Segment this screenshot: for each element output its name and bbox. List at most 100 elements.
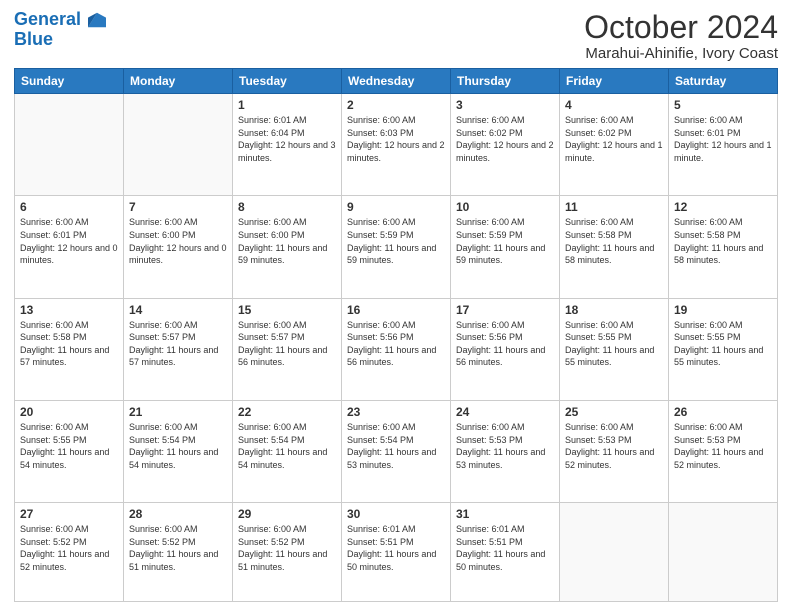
day-info: Sunrise: 6:00 AMSunset: 6:01 PMDaylight:…	[20, 216, 118, 266]
title-block: October 2024 Marahui-Ahinifie, Ivory Coa…	[584, 10, 778, 62]
day-info: Sunrise: 6:00 AMSunset: 6:03 PMDaylight:…	[347, 114, 445, 164]
calendar-cell: 22 Sunrise: 6:00 AMSunset: 5:54 PMDayligh…	[233, 400, 342, 502]
day-number: 4	[565, 98, 663, 112]
calendar-cell	[124, 94, 233, 196]
day-number: 3	[456, 98, 554, 112]
day-number: 17	[456, 303, 554, 317]
day-info: Sunrise: 6:01 AMSunset: 5:51 PMDaylight:…	[347, 523, 445, 573]
day-info: Sunrise: 6:00 AMSunset: 5:54 PMDaylight:…	[238, 421, 336, 471]
day-info: Sunrise: 6:00 AMSunset: 5:56 PMDaylight:…	[456, 319, 554, 369]
calendar-week-1: 1 Sunrise: 6:01 AMSunset: 6:04 PMDaylight…	[15, 94, 778, 196]
page: General Blue October 2024 Marahui-Ahinif…	[0, 0, 792, 612]
day-info: Sunrise: 6:00 AMSunset: 5:57 PMDaylight:…	[238, 319, 336, 369]
calendar-week-5: 27Sunrise: 6:00 AMSunset: 5:52 PMDayligh…	[15, 503, 778, 602]
calendar-cell: 1 Sunrise: 6:01 AMSunset: 6:04 PMDaylight…	[233, 94, 342, 196]
calendar-cell: 31 Sunrise: 6:01 AMSunset: 5:51 PMDayligh…	[451, 503, 560, 602]
day-info: Sunrise: 6:00 AMSunset: 6:00 PMDaylight:…	[238, 216, 336, 266]
calendar-cell: 21 Sunrise: 6:00 AMSunset: 5:54 PMDayligh…	[124, 400, 233, 502]
day-info: Sunrise: 6:00 AMSunset: 5:57 PMDaylight:…	[129, 319, 227, 369]
day-info: Sunrise: 6:00 AMSunset: 5:53 PMDaylight:…	[565, 421, 663, 471]
logo: General Blue	[14, 10, 106, 50]
calendar-header-row: SundayMondayTuesdayWednesdayThursdayFrid…	[15, 69, 778, 94]
day-info: Sunrise: 6:00 AMSunset: 6:02 PMDaylight:…	[456, 114, 554, 164]
day-info: Sunrise: 6:00 AMSunset: 5:58 PMDaylight:…	[565, 216, 663, 266]
weekday-header-thursday: Thursday	[451, 69, 560, 94]
day-info: Sunrise: 6:00 AMSunset: 5:52 PMDaylight:…	[129, 523, 227, 573]
day-number: 9	[347, 200, 445, 214]
calendar-cell: 17 Sunrise: 6:00 AMSunset: 5:56 PMDayligh…	[451, 298, 560, 400]
day-number: 1	[238, 98, 336, 112]
calendar-cell: 24Sunrise: 6:00 AMSunset: 5:53 PMDayligh…	[451, 400, 560, 502]
day-number: 30	[347, 507, 445, 521]
calendar-subtitle: Marahui-Ahinifie, Ivory Coast	[584, 45, 778, 62]
day-info: Sunrise: 6:00 AMSunset: 5:52 PMDaylight:…	[20, 523, 118, 573]
day-number: 10	[456, 200, 554, 214]
day-number: 14	[129, 303, 227, 317]
logo-icon	[88, 11, 106, 29]
day-info: Sunrise: 6:00 AMSunset: 5:54 PMDaylight:…	[347, 421, 445, 471]
day-info: Sunrise: 6:01 AMSunset: 5:51 PMDaylight:…	[456, 523, 554, 573]
day-info: Sunrise: 6:00 AMSunset: 5:59 PMDaylight:…	[347, 216, 445, 266]
day-number: 2	[347, 98, 445, 112]
day-number: 20	[20, 405, 118, 419]
calendar-title: October 2024	[584, 10, 778, 45]
calendar-cell: 10Sunrise: 6:00 AMSunset: 5:59 PMDayligh…	[451, 196, 560, 298]
calendar-cell: 29 Sunrise: 6:00 AMSunset: 5:52 PMDayligh…	[233, 503, 342, 602]
day-info: Sunrise: 6:00 AMSunset: 6:00 PMDaylight:…	[129, 216, 227, 266]
day-number: 5	[674, 98, 772, 112]
day-number: 22	[238, 405, 336, 419]
day-number: 18	[565, 303, 663, 317]
calendar-table: SundayMondayTuesdayWednesdayThursdayFrid…	[14, 68, 778, 602]
weekday-header-tuesday: Tuesday	[233, 69, 342, 94]
calendar-cell: 7 Sunrise: 6:00 AMSunset: 6:00 PMDaylight…	[124, 196, 233, 298]
header: General Blue October 2024 Marahui-Ahinif…	[14, 10, 778, 62]
calendar-cell: 8Sunrise: 6:00 AMSunset: 6:00 PMDaylight…	[233, 196, 342, 298]
calendar-cell: 5Sunrise: 6:00 AMSunset: 6:01 PMDaylight…	[669, 94, 778, 196]
weekday-header-friday: Friday	[560, 69, 669, 94]
calendar-cell: 6 Sunrise: 6:00 AMSunset: 6:01 PMDaylight…	[15, 196, 124, 298]
day-number: 25	[565, 405, 663, 419]
day-number: 6	[20, 200, 118, 214]
day-info: Sunrise: 6:00 AMSunset: 5:54 PMDaylight:…	[129, 421, 227, 471]
calendar-cell: 15 Sunrise: 6:00 AMSunset: 5:57 PMDayligh…	[233, 298, 342, 400]
day-info: Sunrise: 6:00 AMSunset: 5:58 PMDaylight:…	[674, 216, 772, 266]
day-info: Sunrise: 6:00 AMSunset: 5:55 PMDaylight:…	[565, 319, 663, 369]
day-number: 15	[238, 303, 336, 317]
day-number: 12	[674, 200, 772, 214]
day-number: 26	[674, 405, 772, 419]
weekday-header-sunday: Sunday	[15, 69, 124, 94]
calendar-cell: 2 Sunrise: 6:00 AMSunset: 6:03 PMDaylight…	[342, 94, 451, 196]
day-number: 23	[347, 405, 445, 419]
calendar-week-3: 13Sunrise: 6:00 AMSunset: 5:58 PMDayligh…	[15, 298, 778, 400]
calendar-cell: 20 Sunrise: 6:00 AMSunset: 5:55 PMDayligh…	[15, 400, 124, 502]
day-number: 31	[456, 507, 554, 521]
logo-general: General	[14, 9, 81, 29]
calendar-cell: 14 Sunrise: 6:00 AMSunset: 5:57 PMDayligh…	[124, 298, 233, 400]
calendar-cell: 19 Sunrise: 6:00 AMSunset: 5:55 PMDayligh…	[669, 298, 778, 400]
day-info: Sunrise: 6:00 AMSunset: 5:52 PMDaylight:…	[238, 523, 336, 573]
calendar-cell: 4Sunrise: 6:00 AMSunset: 6:02 PMDaylight…	[560, 94, 669, 196]
calendar-cell: 13Sunrise: 6:00 AMSunset: 5:58 PMDayligh…	[15, 298, 124, 400]
day-info: Sunrise: 6:00 AMSunset: 5:56 PMDaylight:…	[347, 319, 445, 369]
calendar-cell: 3 Sunrise: 6:00 AMSunset: 6:02 PMDaylight…	[451, 94, 560, 196]
day-info: Sunrise: 6:00 AMSunset: 5:55 PMDaylight:…	[20, 421, 118, 471]
day-number: 7	[129, 200, 227, 214]
weekday-header-wednesday: Wednesday	[342, 69, 451, 94]
calendar-cell: 12 Sunrise: 6:00 AMSunset: 5:58 PMDayligh…	[669, 196, 778, 298]
calendar-cell: 18 Sunrise: 6:00 AMSunset: 5:55 PMDayligh…	[560, 298, 669, 400]
day-info: Sunrise: 6:01 AMSunset: 6:04 PMDaylight:…	[238, 114, 336, 164]
day-number: 13	[20, 303, 118, 317]
calendar-cell: 9 Sunrise: 6:00 AMSunset: 5:59 PMDaylight…	[342, 196, 451, 298]
logo-blue: Blue	[14, 30, 106, 50]
day-number: 28	[129, 507, 227, 521]
calendar-cell	[669, 503, 778, 602]
calendar-cell: 30 Sunrise: 6:01 AMSunset: 5:51 PMDayligh…	[342, 503, 451, 602]
calendar-cell: 11Sunrise: 6:00 AMSunset: 5:58 PMDayligh…	[560, 196, 669, 298]
calendar-body: 1 Sunrise: 6:01 AMSunset: 6:04 PMDaylight…	[15, 94, 778, 602]
day-info: Sunrise: 6:00 AMSunset: 5:55 PMDaylight:…	[674, 319, 772, 369]
calendar-cell	[560, 503, 669, 602]
day-number: 29	[238, 507, 336, 521]
day-number: 19	[674, 303, 772, 317]
day-number: 21	[129, 405, 227, 419]
day-number: 24	[456, 405, 554, 419]
